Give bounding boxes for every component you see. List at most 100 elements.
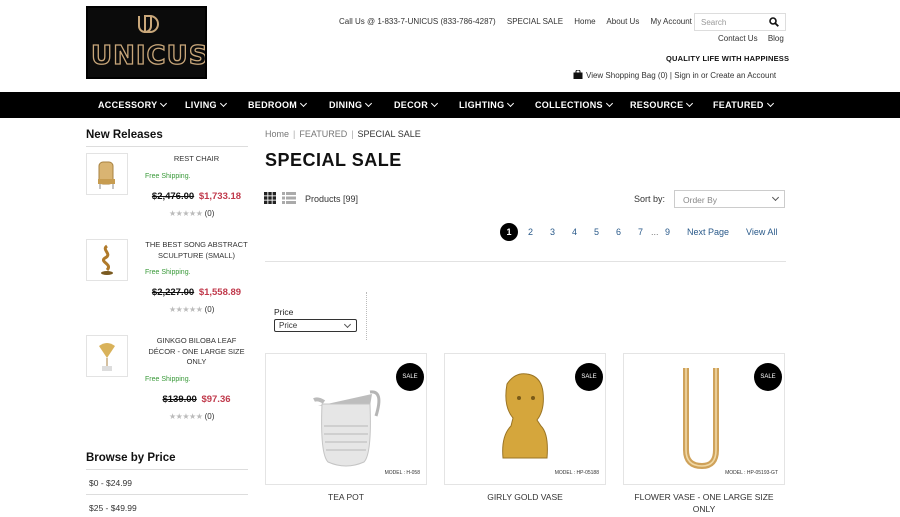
nav-resource[interactable]: RESOURCE xyxy=(630,99,694,110)
sale-price: $1,733.18 xyxy=(198,191,242,202)
breadcrumb-home[interactable]: Home xyxy=(265,129,289,139)
browse-by-price-heading: Browse by Price xyxy=(86,452,176,464)
price-filter-label: Price xyxy=(274,307,294,317)
page-2[interactable]: 2 xyxy=(528,227,533,237)
search-input[interactable]: Search xyxy=(694,13,786,31)
product-thumbnail[interactable] xyxy=(86,153,128,195)
page-7[interactable]: 7 xyxy=(638,227,643,237)
sort-select[interactable]: Order By xyxy=(674,190,785,208)
price: $2,227.00 $1,558.89 xyxy=(145,287,248,298)
blog-link[interactable]: Blog xyxy=(768,34,784,43)
page-9[interactable]: 9 xyxy=(665,227,670,237)
price-filter-value: Price xyxy=(279,321,298,330)
nav-label: DINING xyxy=(329,100,363,110)
product-name-link[interactable]: GIRLY GOLD VASE xyxy=(444,491,606,503)
model-label: MODEL : HP-05193-GT xyxy=(725,470,778,476)
chevron-down-icon xyxy=(365,99,373,108)
special-sale-link[interactable]: SPECIAL SALE xyxy=(507,17,563,26)
shipping-note: Free Shipping. xyxy=(145,269,191,276)
page-6[interactable]: 6 xyxy=(616,227,621,237)
product-thumbnail[interactable] xyxy=(86,239,128,281)
star-rating-icon: ★★★★★ xyxy=(169,412,203,421)
page-5[interactable]: 5 xyxy=(594,227,599,237)
price-filter-select[interactable]: Price xyxy=(274,319,357,332)
view-bag-link[interactable]: View Shopping Bag (0) xyxy=(586,71,668,80)
call-us-link[interactable]: Call Us @ 1-833-7-UNICUS (833-786-4287) xyxy=(339,17,496,26)
sale-price: $1,558.89 xyxy=(198,287,242,298)
old-price: $2,476.00 xyxy=(151,191,195,202)
product-name-link[interactable]: REST CHAIR xyxy=(145,154,248,165)
view-all-link[interactable]: View All xyxy=(746,227,777,237)
nav-label: LIVING xyxy=(185,100,217,110)
breadcrumb-current: SPECIAL SALE xyxy=(357,129,421,139)
nav-lighting[interactable]: LIGHTING xyxy=(459,99,515,110)
price-range-link[interactable]: $25 - $49.99 xyxy=(89,503,137,513)
divider xyxy=(86,494,248,495)
chevron-down-icon xyxy=(771,193,780,202)
price-range-link[interactable]: $0 - $24.99 xyxy=(89,478,132,488)
next-page-link[interactable]: Next Page xyxy=(687,227,729,237)
nav-collections[interactable]: COLLECTIONS xyxy=(535,99,613,110)
grid-view-icon[interactable] xyxy=(264,192,276,204)
secondary-links: Contact Us Blog xyxy=(718,34,792,43)
sign-in-link[interactable]: Sign in xyxy=(674,71,698,80)
main-nav: ACCESSORY LIVING BEDROOM DINING DECOR LI… xyxy=(0,92,900,118)
rating: ★★★★★ (0) xyxy=(169,305,229,314)
page-3[interactable]: 3 xyxy=(550,227,555,237)
nav-dining[interactable]: DINING xyxy=(329,99,373,110)
account-bar: View Shopping Bag (0) | Sign in or Creat… xyxy=(573,70,776,80)
product-card[interactable]: SALE MODEL : H-058 xyxy=(265,353,427,485)
nav-accessory[interactable]: ACCESSORY xyxy=(98,99,168,110)
review-count: (0) xyxy=(204,305,215,314)
old-price: $139.00 xyxy=(162,394,197,405)
chevron-down-icon xyxy=(686,99,694,108)
product-name-link[interactable]: THE BEST SONG ABSTRACT SCULPTURE (SMALL) xyxy=(145,240,248,261)
chevron-down-icon xyxy=(219,99,227,108)
chevron-down-icon xyxy=(605,99,613,108)
star-rating-icon: ★★★★★ xyxy=(169,305,203,314)
chevron-down-icon xyxy=(300,99,308,108)
sale-badge: SALE xyxy=(575,363,603,391)
search-icon[interactable] xyxy=(769,17,779,27)
breadcrumb-featured[interactable]: FEATURED xyxy=(299,129,347,139)
nav-decor[interactable]: DECOR xyxy=(394,99,439,110)
shipping-note: Free Shipping. xyxy=(145,173,191,180)
ginkgo-leaf-image xyxy=(99,343,115,371)
product-name-link[interactable]: GINKGO BILOBA LEAF DÉCOR - ONE LARGE SIZ… xyxy=(145,336,248,368)
nav-label: FEATURED xyxy=(713,100,764,110)
product-thumbnail[interactable] xyxy=(86,335,128,377)
contact-us-link[interactable]: Contact Us xyxy=(718,34,758,43)
create-account-link[interactable]: Create an Account xyxy=(710,71,776,80)
nav-featured[interactable]: FEATURED xyxy=(713,99,774,110)
page-4[interactable]: 4 xyxy=(572,227,577,237)
nav-bedroom[interactable]: BEDROOM xyxy=(248,99,308,110)
nav-label: COLLECTIONS xyxy=(535,100,603,110)
nav-living[interactable]: LIVING xyxy=(185,99,227,110)
search-placeholder: Search xyxy=(701,18,727,27)
home-link[interactable]: Home xyxy=(574,17,595,26)
about-link[interactable]: About Us xyxy=(606,17,639,26)
rating: ★★★★★ (0) xyxy=(169,209,229,218)
divider xyxy=(265,261,786,262)
chevron-down-icon xyxy=(343,320,352,329)
review-count: (0) xyxy=(204,412,215,421)
tagline: QUALITY LIFE WITH HAPPINESS xyxy=(666,54,790,63)
chevron-down-icon xyxy=(160,99,168,108)
unicus-logo[interactable]: UNICUS xyxy=(86,6,207,79)
page-1[interactable]: 1 xyxy=(500,223,518,241)
model-label: MODEL : H-058 xyxy=(384,470,420,476)
breadcrumb-separator: | xyxy=(351,129,354,139)
logo-wordmark: UNICUS xyxy=(90,40,207,71)
my-account-link[interactable]: My Account xyxy=(651,17,692,26)
sculpture-image xyxy=(101,244,113,275)
product-name-link[interactable]: FLOWER VASE - ONE LARGE SIZE ONLY xyxy=(623,491,785,515)
product-name-link[interactable]: TEA POT xyxy=(265,491,427,503)
list-view-icon[interactable] xyxy=(282,192,296,204)
divider xyxy=(86,469,248,470)
nav-label: LIGHTING xyxy=(459,100,505,110)
page-title: SPECIAL SALE xyxy=(265,150,402,170)
product-card[interactable]: SALE MODEL : HP-05188 xyxy=(444,353,606,485)
rest-chair-image xyxy=(98,161,115,189)
product-card[interactable]: SALE MODEL : HP-05193-GT xyxy=(623,353,785,485)
chevron-down-icon xyxy=(507,99,515,108)
